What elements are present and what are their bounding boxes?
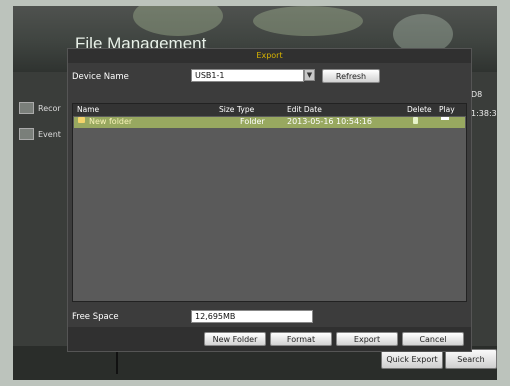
export-dialog: Export Device Name USB1-1 ▼ Refresh Name… [67,48,472,352]
quick-export-button[interactable]: Quick Export [381,349,443,369]
dialog-body: Device Name USB1-1 ▼ Refresh Name Size T… [68,63,471,351]
clip-time: 1:38:38 [471,109,497,118]
row-edit-date: 2013-05-16 10:54:16 [287,117,372,126]
free-space-label: Free Space [72,312,119,322]
new-folder-button[interactable]: New Folder [204,332,266,346]
free-space-value: 12,695MB [191,310,313,323]
col-edit-date: Edit Date [287,105,322,114]
right-panel [468,72,497,380]
sidebar-item-label: Event [38,129,61,139]
folder-icon [78,117,85,123]
record-icon [19,102,34,114]
sidebar-item-event[interactable]: Event [19,128,61,140]
leaf-decoration [133,6,223,36]
divider [116,352,118,374]
window-frame: File Management Recor Event D8 1:38:38 Q… [0,0,510,386]
dialog-title: Export [68,49,471,63]
col-type: Type [237,105,255,114]
row-type: Folder [240,117,265,126]
refresh-button[interactable]: Refresh [322,69,380,83]
clip-label: D8 [471,90,483,99]
format-button[interactable]: Format [270,332,332,346]
search-button[interactable]: Search [445,349,497,369]
table-row[interactable]: New folder Folder 2013-05-16 10:54:16 [74,117,465,128]
sidebar-item-record[interactable]: Recor [19,102,61,114]
table-header: Name Size Type Edit Date Delete Play [73,104,466,116]
event-icon [19,128,34,140]
col-delete: Delete [407,105,432,114]
cancel-button[interactable]: Cancel [402,332,464,346]
file-table: Name Size Type Edit Date Delete Play New… [72,103,467,302]
trash-icon[interactable] [413,117,418,124]
export-button[interactable]: Export [336,332,398,346]
dialog-footer: New Folder Format Export Cancel [68,327,471,351]
left-panel: Recor Event [13,72,73,380]
play-dash-icon[interactable] [441,117,449,120]
device-name-select[interactable]: USB1-1 [191,69,304,82]
col-play: Play [439,105,455,114]
row-name: New folder [89,117,133,126]
device-name-label: Device Name [72,72,129,82]
chevron-down-icon[interactable]: ▼ [304,69,315,81]
leaf-decoration [253,6,363,36]
col-name: Name [77,105,100,114]
col-size: Size [219,105,235,114]
sidebar-item-label: Recor [38,103,61,113]
